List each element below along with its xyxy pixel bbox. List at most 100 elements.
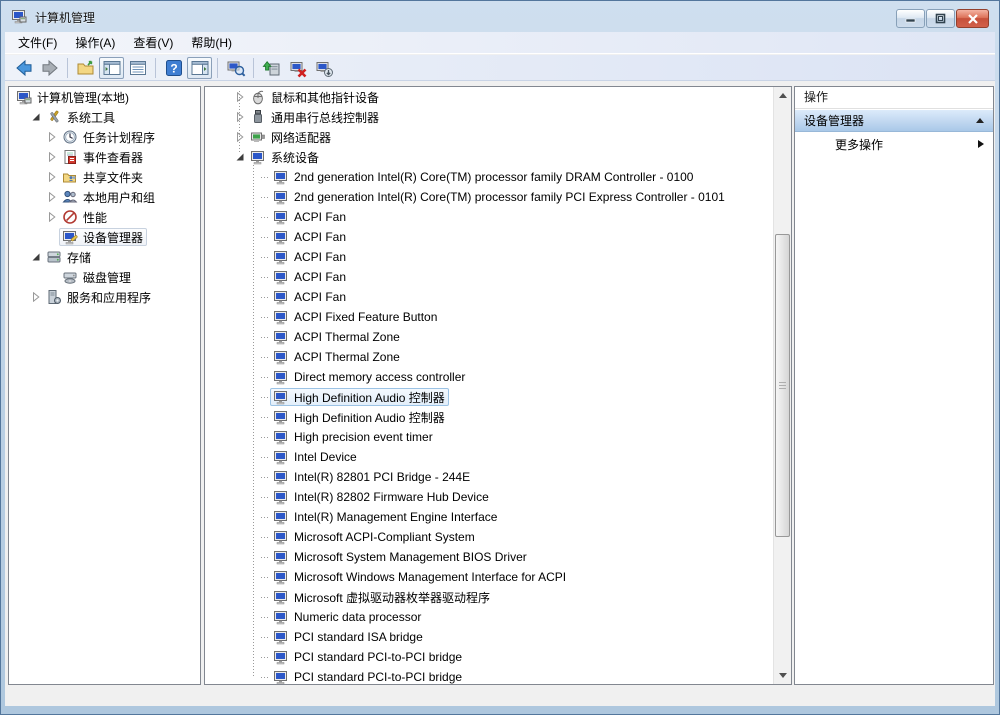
expand-expander-icon[interactable] xyxy=(233,110,247,124)
console-tree-item[interactable]: 存储 xyxy=(9,247,200,267)
device-tree-item[interactable]: Microsoft ACPI-Compliant System xyxy=(205,527,774,547)
device-tree-item[interactable]: Intel(R) 82802 Firmware Hub Device xyxy=(205,487,774,507)
device-tree-item[interactable]: Microsoft Windows Management Interface f… xyxy=(205,567,774,587)
scan-hardware-button[interactable] xyxy=(223,57,248,79)
console-tree-item[interactable]: 计算机管理(本地) xyxy=(9,87,200,107)
usb-icon xyxy=(250,109,266,125)
device-tree-item[interactable]: ACPI Thermal Zone xyxy=(205,327,774,347)
close-button[interactable] xyxy=(956,9,989,28)
device-tree-item[interactable]: ACPI Fan xyxy=(205,207,774,227)
expand-expander-icon[interactable] xyxy=(45,190,59,204)
export-list-button[interactable] xyxy=(125,57,150,79)
console-tree-item[interactable]: 磁盘管理 xyxy=(9,267,200,287)
device-tree-item[interactable]: ACPI Fan xyxy=(205,287,774,307)
minimize-button[interactable] xyxy=(896,9,925,28)
item-content: Microsoft ACPI-Compliant System xyxy=(270,528,479,546)
disable-device-button[interactable] xyxy=(311,57,336,79)
console-tree-item[interactable]: 系统工具 xyxy=(9,107,200,127)
device-tree-item[interactable]: 网络适配器 xyxy=(205,127,774,147)
svg-text:?: ? xyxy=(170,61,177,75)
device-tree-item[interactable]: PCI standard ISA bridge xyxy=(205,627,774,647)
device-tree-item[interactable]: ACPI Fan xyxy=(205,267,774,287)
item-content: Intel(R) Management Engine Interface xyxy=(270,508,501,526)
scrollbar-thumb[interactable] xyxy=(775,234,790,537)
actions-section-header[interactable]: 设备管理器 xyxy=(795,109,993,132)
uninstall-device-button[interactable] xyxy=(285,57,310,79)
device-tree-item[interactable]: ACPI Fan xyxy=(205,247,774,267)
console-tree-icon xyxy=(102,58,122,78)
device-tree-item[interactable]: PCI standard PCI-to-PCI bridge xyxy=(205,647,774,667)
device-tree-item[interactable]: Microsoft System Management BIOS Driver xyxy=(205,547,774,567)
device-tree-item[interactable]: Numeric data processor xyxy=(205,607,774,627)
device-tree-item[interactable]: ACPI Fan xyxy=(205,227,774,247)
device-tree-item[interactable]: Direct memory access controller xyxy=(205,367,774,387)
console-tree-item[interactable]: 性能 xyxy=(9,207,200,227)
help-button[interactable]: ? xyxy=(161,57,186,79)
back-button[interactable] xyxy=(11,57,36,79)
device-tree-item[interactable]: 系统设备 xyxy=(205,147,774,167)
tree-item-label: 服务和应用程序 xyxy=(67,289,151,306)
vertical-scrollbar[interactable] xyxy=(773,87,791,684)
tree-item-label: 设备管理器 xyxy=(83,229,143,246)
update-driver-button[interactable] xyxy=(259,57,284,79)
expand-expander-icon[interactable] xyxy=(233,90,247,104)
system-device-icon xyxy=(273,589,289,605)
console-tree-item[interactable]: 任务计划程序 xyxy=(9,127,200,147)
device-manager-icon xyxy=(62,229,78,245)
expand-expander-icon[interactable] xyxy=(45,210,59,224)
device-tree-item[interactable]: High Definition Audio 控制器 xyxy=(205,407,774,427)
device-tree-item[interactable]: ACPI Thermal Zone xyxy=(205,347,774,367)
tree-connector xyxy=(261,257,269,258)
export-list-icon xyxy=(128,58,148,78)
device-tree-item[interactable]: PCI standard PCI-to-PCI bridge xyxy=(205,667,774,685)
tree-item-label: 存储 xyxy=(67,249,91,266)
folder-up-button[interactable] xyxy=(73,57,98,79)
item-content: 2nd generation Intel(R) Core(TM) process… xyxy=(270,168,697,186)
console-tree-item[interactable]: 事件查看器 xyxy=(9,147,200,167)
menu-item-2[interactable]: 操作(A) xyxy=(66,31,124,54)
tree-item-label: Microsoft 虚拟驱动器枚举器驱动程序 xyxy=(294,589,490,606)
collapse-expander-icon[interactable] xyxy=(29,110,43,124)
console-tree-item[interactable]: 服务和应用程序 xyxy=(9,287,200,307)
more-actions-item[interactable]: 更多操作 xyxy=(795,132,993,156)
device-tree-item[interactable]: 通用串行总线控制器 xyxy=(205,107,774,127)
tree-item-label: 系统设备 xyxy=(271,149,319,166)
menu-item-3[interactable]: 查看(V) xyxy=(124,31,182,54)
console-tree-item[interactable]: 设备管理器 xyxy=(9,227,200,247)
scroll-up-button[interactable] xyxy=(774,87,791,104)
device-tree-item[interactable]: Intel(R) 82801 PCI Bridge - 244E xyxy=(205,467,774,487)
expand-expander-icon[interactable] xyxy=(29,290,43,304)
menu-item-1[interactable]: 文件(F) xyxy=(9,31,66,54)
forward-button[interactable] xyxy=(37,57,62,79)
action-pane-button[interactable] xyxy=(187,57,212,79)
tree-connector xyxy=(261,637,269,638)
expand-expander-icon[interactable] xyxy=(45,170,59,184)
device-tree-item[interactable]: Intel(R) Management Engine Interface xyxy=(205,507,774,527)
device-tree-item[interactable]: ACPI Fixed Feature Button xyxy=(205,307,774,327)
collapse-expander-icon[interactable] xyxy=(29,250,43,264)
tree-item-label: PCI standard PCI-to-PCI bridge xyxy=(294,670,462,684)
expand-expander-icon[interactable] xyxy=(45,150,59,164)
device-tree-item[interactable]: 2nd generation Intel(R) Core(TM) process… xyxy=(205,187,774,207)
device-tree-item[interactable]: Intel Device xyxy=(205,447,774,467)
console-tree-item[interactable]: 本地用户和组 xyxy=(9,187,200,207)
chevron-up-icon[interactable] xyxy=(976,118,984,123)
device-tree-item[interactable]: Microsoft 虚拟驱动器枚举器驱动程序 xyxy=(205,587,774,607)
device-tree-item[interactable]: High precision event timer xyxy=(205,427,774,447)
menu-item-4[interactable]: 帮助(H) xyxy=(182,31,241,54)
tree-connector xyxy=(261,197,269,198)
device-tree-item[interactable]: 2nd generation Intel(R) Core(TM) process… xyxy=(205,167,774,187)
device-tree-item[interactable]: 鼠标和其他指针设备 xyxy=(205,87,774,107)
maximize-button[interactable] xyxy=(926,9,955,28)
device-tree-item[interactable]: High Definition Audio 控制器 xyxy=(205,387,774,407)
expand-expander-icon[interactable] xyxy=(45,130,59,144)
system-device-icon xyxy=(273,389,289,405)
console-tree-item[interactable]: 共享文件夹 xyxy=(9,167,200,187)
console-tree-button[interactable] xyxy=(99,57,124,79)
scroll-down-button[interactable] xyxy=(774,667,791,684)
tree-item-label: Intel(R) 82802 Firmware Hub Device xyxy=(294,490,489,504)
item-content: 网络适配器 xyxy=(247,128,335,146)
expand-expander-icon[interactable] xyxy=(233,130,247,144)
collapse-expander-icon[interactable] xyxy=(233,150,247,164)
tree-item-label: ACPI Fan xyxy=(294,290,346,304)
